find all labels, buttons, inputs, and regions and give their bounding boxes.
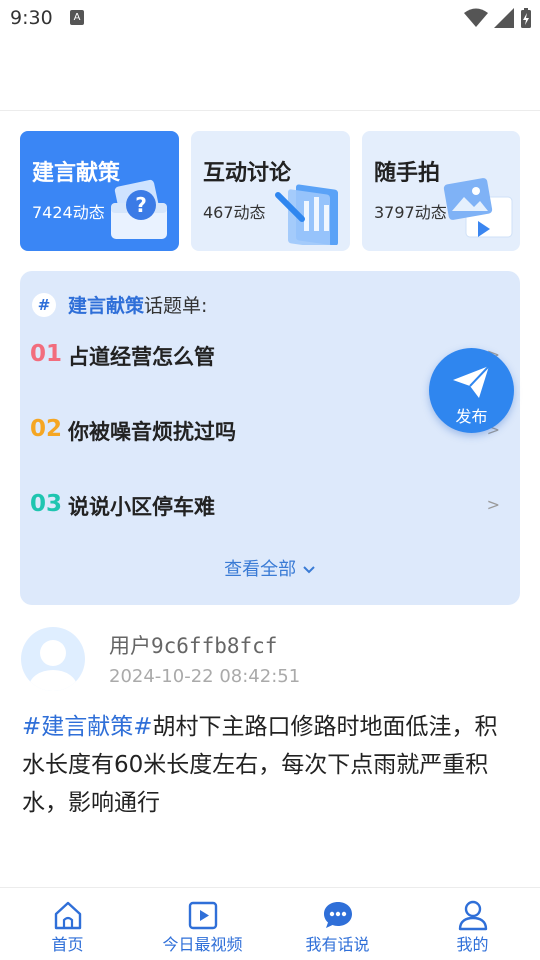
status-icons (464, 6, 532, 30)
discussion-panels-icon (275, 184, 338, 245)
view-all-label: 查看全部 (224, 559, 297, 580)
question-box-icon: ? (111, 179, 167, 239)
status-time: 9:30 (10, 7, 53, 29)
category-card-suggestions[interactable]: 建言献策 7424动态 ? (20, 131, 179, 251)
topic-list-title-highlight: 建言献策 (68, 295, 145, 317)
post-username[interactable]: 用户9c6ffb8fcf (109, 630, 277, 660)
topic-list-title-suffix: 话题单: (144, 295, 208, 317)
category-count: 7424动态 (32, 203, 105, 222)
topic-text: 你被噪音烦扰过吗 (68, 420, 236, 444)
topic-number: 01 (30, 341, 63, 367)
header-divider (0, 110, 540, 111)
post-timestamp: 2024-10-22 08:42:51 (109, 666, 301, 687)
topic-text: 占道经营怎么管 (68, 345, 215, 369)
nav-home[interactable]: 首页 (0, 888, 135, 960)
battery-charging-icon (521, 8, 531, 28)
category-card-snapshot[interactable]: 随手拍 3797动态 (362, 131, 520, 251)
post-content[interactable]: #建言献策#胡村下主路口修路时地面低洼，积水长度有60米长度左右，每次下点雨就严… (22, 708, 512, 822)
chevron-right-icon: > (486, 495, 500, 514)
user-icon (458, 900, 487, 931)
topic-number: 02 (30, 416, 63, 442)
topic-item-3[interactable]: 03 说说小区停车难 > (30, 485, 510, 525)
home-icon (54, 901, 81, 930)
topic-list-panel: # 建言献策话题单: 01 占道经营怎么管 > 02 你被噪音烦扰过吗 > 03… (20, 271, 520, 605)
category-card-discussion[interactable]: 互动讨论 467动态 (191, 131, 350, 251)
a-notification-icon: A (70, 10, 84, 25)
category-title: 随手拍 (374, 161, 441, 186)
nav-mine[interactable]: 我的 (405, 888, 540, 960)
chevron-down-icon (303, 566, 315, 574)
status-bar: 9:30 A (0, 0, 540, 36)
bottom-nav: 首页 今日最视频 我有话说 我的 (0, 888, 540, 960)
publish-label: 发布 (455, 407, 488, 426)
chat-bubble-icon (323, 902, 352, 928)
post-hashtag[interactable]: #建言献策# (22, 714, 153, 740)
topic-list-title: 建言献策话题单: (68, 291, 207, 318)
hashtag-icon: # (32, 292, 56, 317)
nav-label: 首页 (51, 935, 84, 954)
wifi-icon (464, 8, 488, 27)
paper-plane-icon (453, 365, 490, 398)
category-count: 3797动态 (374, 203, 447, 222)
video-play-icon (188, 901, 217, 930)
publish-button[interactable]: 发布 (429, 348, 514, 433)
view-all-link[interactable]: 查看全部 (20, 555, 520, 581)
default-avatar-icon (29, 640, 77, 691)
photo-gallery-icon (443, 178, 513, 238)
svg-text:?: ? (135, 193, 147, 217)
nav-today-video[interactable]: 今日最视频 (135, 888, 270, 960)
topic-list-header: # 建言献策话题单: (32, 291, 207, 318)
topic-text: 说说小区停车难 (68, 495, 215, 519)
nav-label: 我有话说 (305, 935, 370, 954)
signal-icon (494, 8, 514, 28)
topic-number: 03 (30, 491, 63, 517)
category-count: 467动态 (203, 203, 266, 222)
nav-label: 今日最视频 (162, 935, 243, 954)
nav-label: 我的 (456, 935, 489, 954)
nav-speak[interactable]: 我有话说 (270, 888, 405, 960)
avatar[interactable] (21, 627, 85, 691)
